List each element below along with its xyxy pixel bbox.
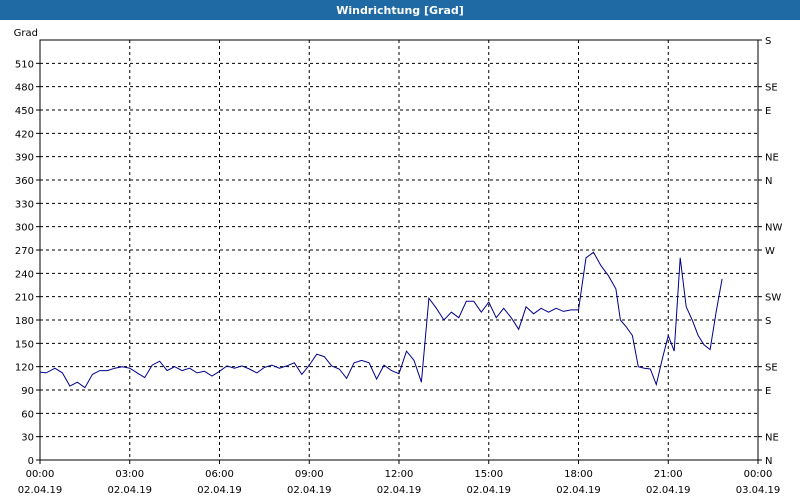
y-tick-label: 300 — [15, 223, 34, 234]
y-tick-label: 270 — [15, 246, 34, 257]
right-tick-label: N — [765, 176, 772, 187]
chart-title: Windrichtung [Grad] — [0, 0, 800, 20]
x-tick-time-label: 06:00 — [205, 469, 234, 480]
right-tick-label: SE — [765, 363, 778, 374]
wind-direction-chart: 0 30 60 90 120 150 180 210 240 270 300 330 360 390 420… — [14, 28, 783, 496]
y-tick-label: 150 — [15, 339, 34, 350]
x-tick-time-label: 21:00 — [654, 469, 683, 480]
x-tick-date-label: 03.04.19 — [736, 485, 781, 496]
x-tick-date-label: 02.04.19 — [466, 485, 511, 496]
right-tick-label: SW — [765, 293, 781, 304]
y-tick-label: 0 — [28, 456, 34, 467]
y-tick-label: 60 — [21, 409, 34, 420]
x-tick-date-label: 02.04.19 — [646, 485, 691, 496]
x-tick-date-label: 02.04.19 — [287, 485, 332, 496]
y-tick-label: 120 — [15, 363, 34, 374]
x-tick-time-label: 09:00 — [295, 469, 324, 480]
right-tick-label: NW — [765, 223, 782, 234]
y-tick-label: 420 — [15, 129, 34, 140]
x-tick-time-label: 00:00 — [26, 469, 55, 480]
x-tick-date-label: 02.04.19 — [18, 485, 63, 496]
right-tick-label: E — [765, 386, 771, 397]
x-tick-time-label: 00:00 — [744, 469, 773, 480]
x-tick-date-label: 02.04.19 — [107, 485, 152, 496]
y-axis-label: Grad — [14, 28, 38, 39]
y-tick-label: 360 — [15, 176, 34, 187]
right-tick-label: E — [765, 106, 771, 117]
right-tick-label: S — [765, 36, 771, 47]
y-tick-label: 180 — [15, 316, 34, 327]
y-tick-label: 210 — [15, 293, 34, 304]
y-tick-label: 240 — [15, 269, 34, 280]
right-tick-label: W — [765, 246, 775, 257]
right-tick-label: S — [765, 316, 771, 327]
x-tick-time-label: 15:00 — [474, 469, 503, 480]
x-tick-time-label: 18:00 — [564, 469, 593, 480]
y-tick-label: 30 — [21, 433, 34, 444]
right-tick-label: SE — [765, 83, 778, 94]
y-tick-label: 510 — [15, 59, 34, 70]
y-tick-label: 330 — [15, 199, 34, 210]
y-tick-label: 450 — [15, 106, 34, 117]
right-tick-label: NE — [765, 153, 779, 164]
x-tick-date-label: 02.04.19 — [197, 485, 242, 496]
y-tick-label: 390 — [15, 153, 34, 164]
x-tick-date-label: 02.04.19 — [377, 485, 422, 496]
x-tick-time-label: 03:00 — [115, 469, 144, 480]
x-tick-date-label: 02.04.19 — [556, 485, 601, 496]
right-tick-label: NE — [765, 433, 779, 444]
y-tick-label: 90 — [21, 386, 34, 397]
x-tick-time-label: 12:00 — [385, 469, 414, 480]
right-tick-label: N — [765, 456, 772, 467]
y-tick-label: 480 — [15, 83, 34, 94]
